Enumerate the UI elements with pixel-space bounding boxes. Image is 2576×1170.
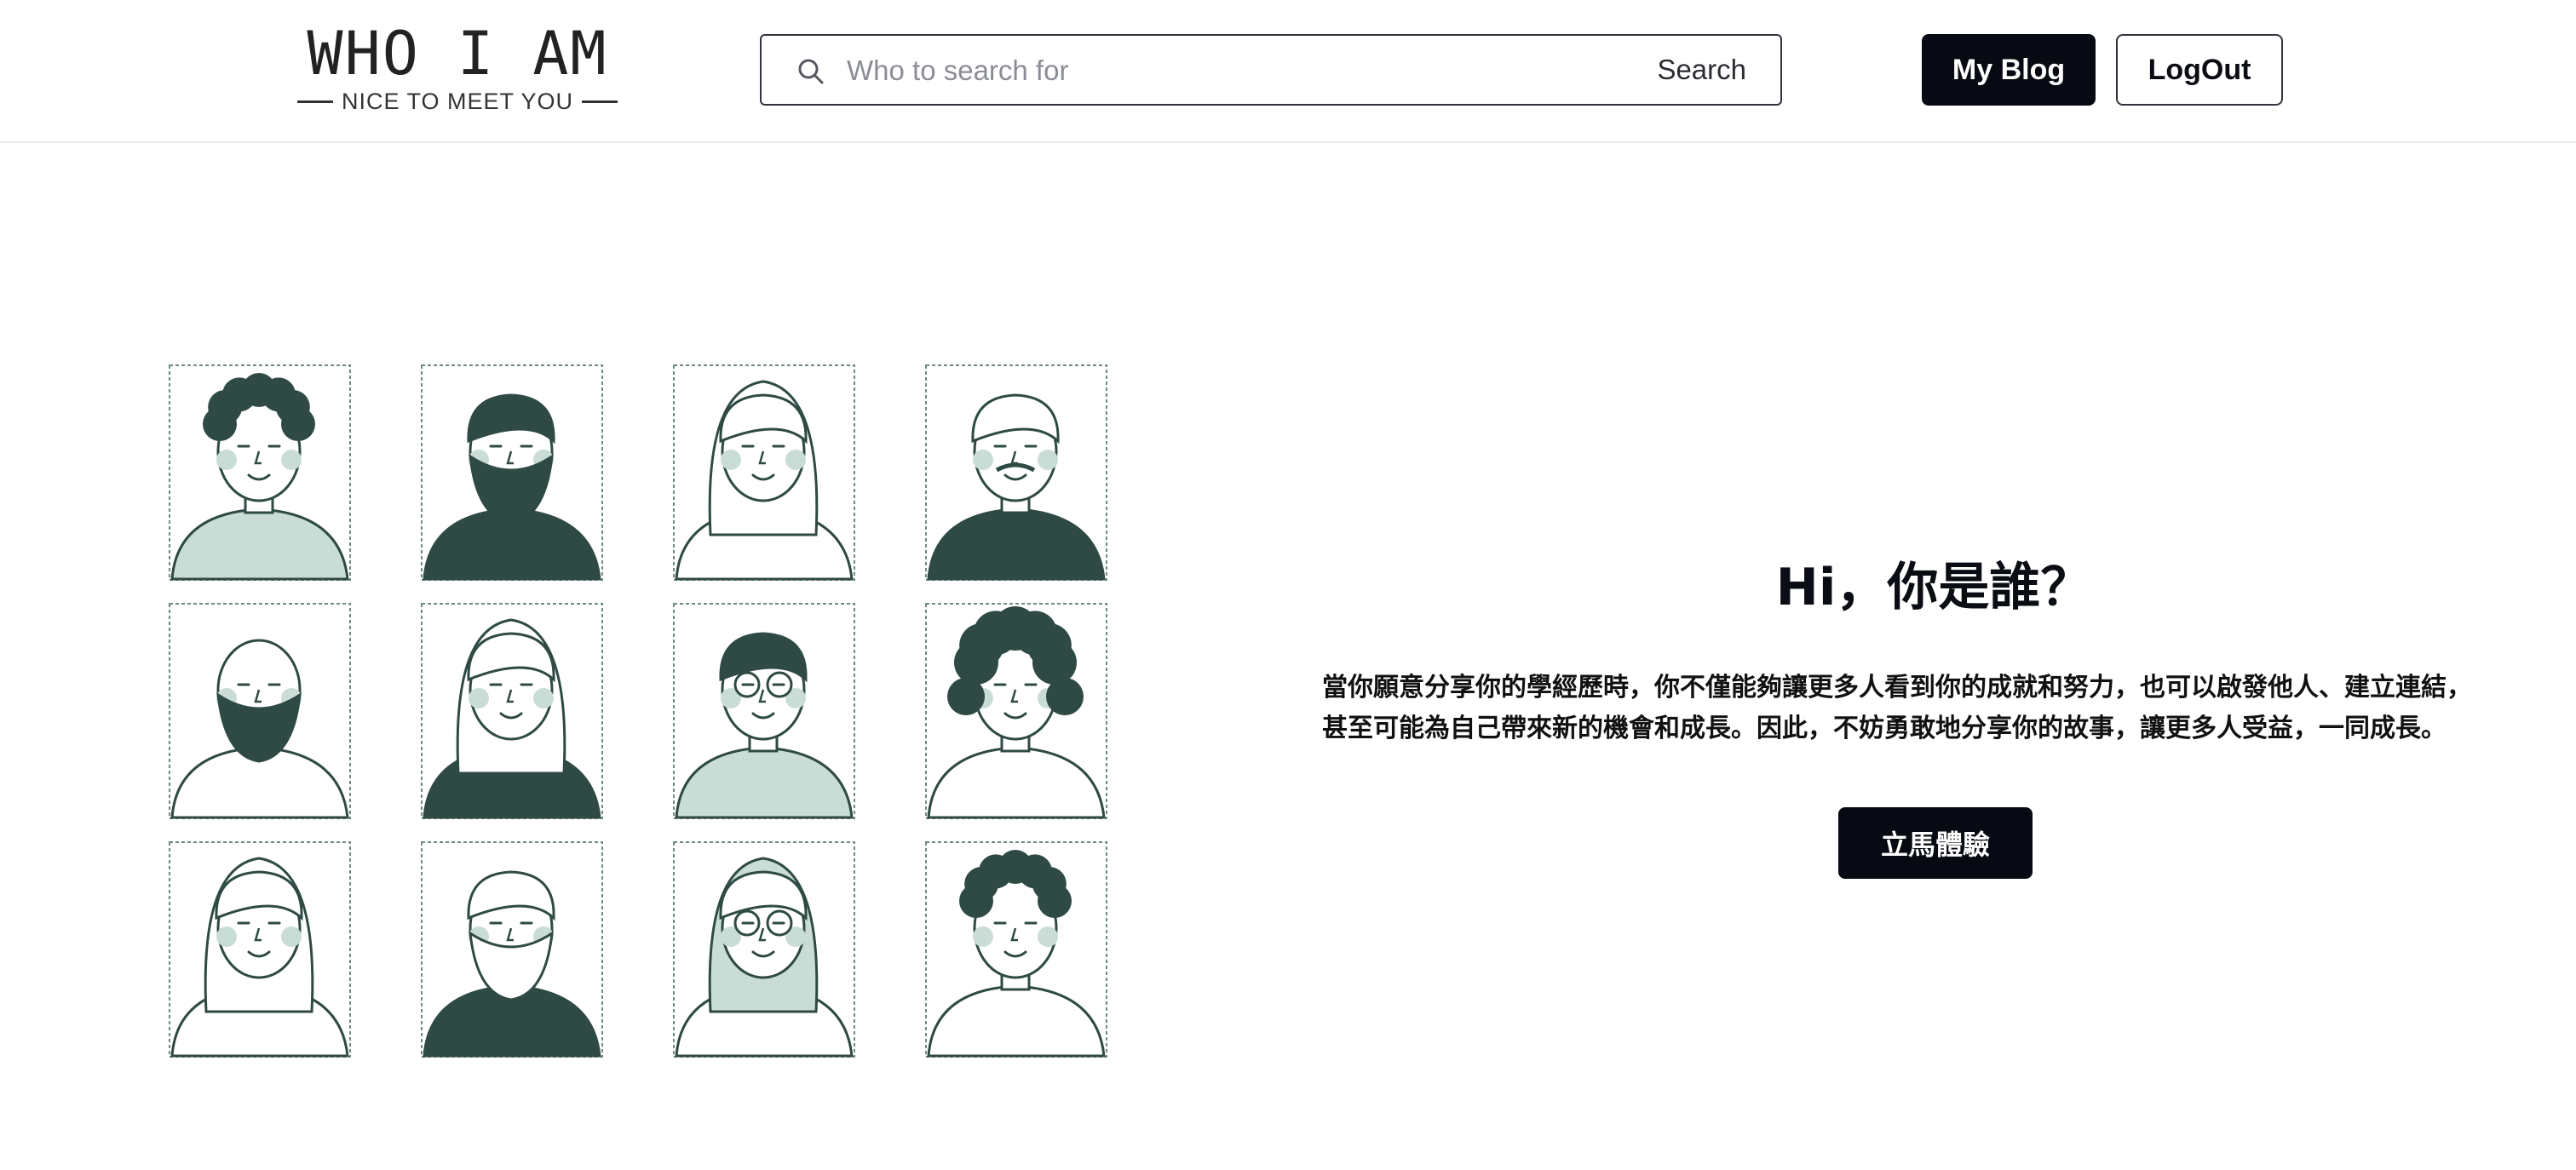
hero-title: Hi，你是誰？ (1775, 558, 2092, 617)
tagline-divider-left (296, 100, 333, 103)
avatar-portrait (421, 841, 603, 1058)
top-navbar: WHO I AM NICE TO MEET YOU Search My Blog… (0, 0, 2576, 143)
avatar-portrait (925, 603, 1107, 819)
search-button[interactable]: Search (1657, 46, 1746, 94)
avatar-portrait (925, 841, 1107, 1058)
avatar-portrait (421, 603, 603, 819)
logo-title: WHO I AM (307, 19, 608, 89)
avatar-portrait (421, 364, 603, 581)
try-now-button[interactable]: 立馬體驗 (1838, 807, 2033, 879)
hero-description: 當你願意分享你的學經歷時，你不僅能夠讓更多人看到你的成就和努力，也可以啟發他人、… (1322, 668, 2549, 749)
avatar-portrait (169, 841, 351, 1058)
avatar-grid-illustration (169, 364, 1107, 1058)
brand-logo[interactable]: WHO I AM NICE TO MEET YOU (293, 22, 622, 116)
search-bar: Search (760, 34, 1782, 106)
logo-tagline: NICE TO MEET YOU (293, 87, 622, 116)
avatar-portrait (169, 364, 351, 581)
logo-subtitle: NICE TO MEET YOU (341, 88, 574, 114)
hero-description-line: 甚至可能為自己帶來新的機會和成長。因此，不妨勇敢地分享你的故事，讓更多人受益，一… (1322, 714, 2447, 743)
my-blog-button[interactable]: My Blog (1922, 34, 2096, 106)
hero-description-line: 當你願意分享你的學經歷時，你不僅能夠讓更多人看到你的成就和努力，也可以啟發他人、… (1322, 673, 2472, 703)
avatar-portrait (169, 603, 351, 819)
logout-button[interactable]: LogOut (2116, 34, 2283, 106)
search-icon (796, 56, 826, 87)
search-input[interactable] (845, 43, 1547, 99)
tagline-divider-right (582, 100, 618, 103)
avatar-portrait (673, 603, 855, 819)
avatar-portrait (925, 364, 1107, 581)
avatar-portrait (673, 364, 855, 581)
avatar-portrait (673, 841, 855, 1058)
